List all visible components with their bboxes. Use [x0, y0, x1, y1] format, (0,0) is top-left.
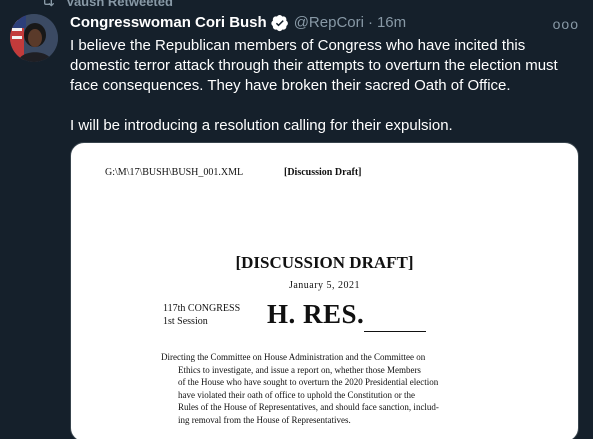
resolution-line: ing removal from the House of Representa…	[178, 414, 351, 425]
attached-image[interactable]: G:\M\17\BUSH\BUSH_001.XML [Discussion Dr…	[70, 142, 579, 439]
retweet-label: Vaush Retweeted	[66, 0, 173, 9]
document-path: G:\M\17\BUSH\BUSH_001.XML	[105, 167, 244, 178]
tweet-header: Congresswoman Cori Bush @RepCori · 16m	[70, 13, 406, 33]
document-resolution-text: Directing the Committee on House Adminis…	[161, 351, 495, 426]
document-bill-type: H. RES.	[267, 299, 365, 329]
timestamp[interactable]: 16m	[377, 13, 406, 33]
verified-badge-icon	[271, 14, 288, 32]
congress-number: 117th CONGRESS	[163, 303, 241, 314]
resolution-line: Ethics to investigate, and issue a repor…	[178, 364, 421, 375]
resolution-line: Rules of the House of Representatives, a…	[178, 402, 439, 412]
tweet-text: I believe the Republican members of Cong…	[70, 36, 575, 136]
document-draft-tag: [Discussion Draft]	[284, 167, 362, 178]
document-date: January 5, 2021	[288, 280, 361, 291]
tweet[interactable]: Vaush Retweeted Congresswoman Cori Bush …	[0, 0, 593, 439]
resolution-line: Directing the Committee on House Adminis…	[161, 352, 426, 362]
more-options-icon[interactable]: ooo	[553, 16, 579, 32]
separator-dot: ·	[367, 14, 373, 31]
avatar-image	[10, 14, 58, 62]
congress-session: 1st Session	[163, 316, 208, 327]
avatar[interactable]	[10, 14, 58, 62]
retweet-icon	[44, 0, 54, 7]
document-title: [DISCUSSION DRAFT]	[235, 253, 414, 272]
document-bill-number-blank	[364, 331, 426, 332]
document-image: G:\M\17\BUSH\BUSH_001.XML [Discussion Dr…	[71, 143, 578, 439]
display-name[interactable]: Congresswoman Cori Bush	[70, 13, 267, 33]
resolution-line: of the House who have sought to overturn…	[178, 377, 439, 387]
tweet-paragraph-2: I will be introducing a resolution calli…	[70, 117, 453, 134]
tweet-paragraph-1: I believe the Republican members of Cong…	[70, 37, 558, 94]
resolution-line: have violated their oath of office to up…	[178, 389, 416, 400]
retweet-context[interactable]: Vaush Retweeted	[40, 0, 173, 9]
document-congress: 117th CONGRESS 1st Session	[163, 302, 240, 328]
handle[interactable]: @RepCori	[294, 13, 364, 33]
